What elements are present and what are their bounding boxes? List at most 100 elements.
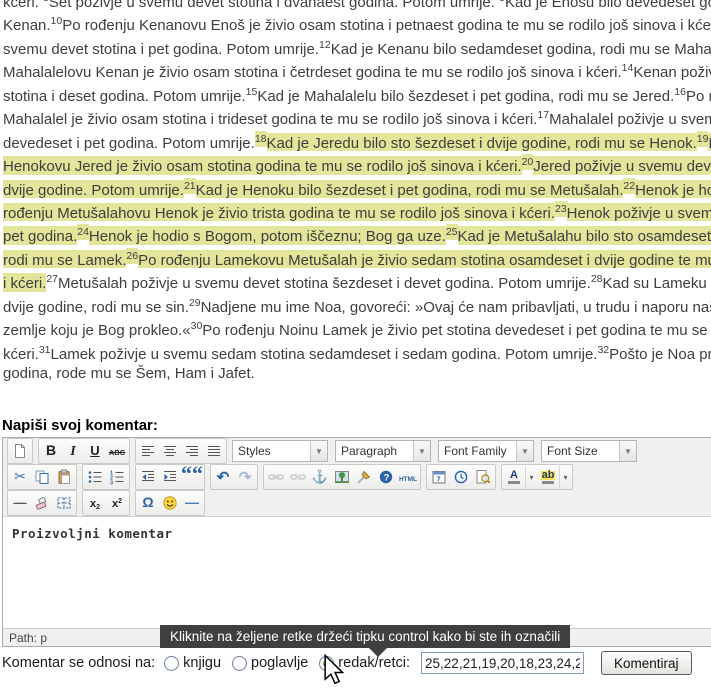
verse-number: 24 [77, 224, 89, 240]
backcolor-arrow-icon[interactable]: ▾ [559, 466, 571, 488]
hr-icon: — [14, 494, 27, 512]
cut-button[interactable]: ✂ [9, 466, 31, 488]
radio-group: knjigu poglavlje redak/retci: [164, 655, 421, 671]
bible-line[interactable]: devedeset i pet godina. Potom umrije.18K… [3, 128, 711, 151]
format-select[interactable]: Paragraph▼ [335, 440, 431, 462]
verse-text: Jered poživje u svemu devet stotina šezd… [533, 156, 711, 174]
radio-icon-poglavlje[interactable] [232, 656, 247, 671]
bible-line[interactable]: svemu devet stotina i pet godina. Potom … [3, 34, 711, 57]
toolbar-row: — x2x2 Ω — [3, 490, 711, 516]
bible-line[interactable]: pet godina.24Henok je hodio s Bogom, pot… [3, 221, 711, 244]
bible-line[interactable]: stotina i deset godina. Potom umrije.15K… [3, 81, 711, 104]
verse-text: devedeset i pet godina. Potom umrije. [3, 135, 255, 151]
cleanup-button[interactable] [353, 466, 375, 488]
verse-text: Po rođenju Noinu Lamek je živio pet stot… [202, 322, 711, 338]
radio-icon-knjigu[interactable] [164, 656, 179, 671]
insertdate-button[interactable]: 7 [428, 466, 450, 488]
blockquote-button[interactable]: ““ [181, 466, 203, 488]
charmap-icon: Ω [142, 494, 153, 512]
editor-content-area[interactable]: Proizvoljni komentar [3, 516, 711, 629]
aligncenter-button[interactable] [159, 440, 181, 462]
help-button[interactable]: ? [375, 466, 397, 488]
comment-heading: Napiši svoj komentar: [2, 417, 158, 434]
sup-button[interactable]: x2 [106, 492, 128, 514]
styles-select[interactable]: Styles▼ [232, 440, 328, 462]
verse-text: dvije godine. Potom umrije. [3, 180, 184, 198]
styles-select-arrow-icon[interactable]: ▼ [310, 441, 327, 461]
forecolor-arrow-icon[interactable]: ▾ [525, 466, 537, 488]
radio-label-redakretci: redak/retci: [338, 655, 410, 671]
newdoc-button[interactable] [9, 440, 31, 462]
sub-button[interactable]: x2 [84, 492, 106, 514]
alignleft-button[interactable] [137, 440, 159, 462]
verse-number: 22 [623, 178, 635, 194]
paste-button[interactable] [53, 466, 75, 488]
fontsize-select-arrow-icon[interactable]: ▼ [619, 441, 636, 461]
bible-line[interactable]: Mahalalelovu Kenan je živio osam stotina… [3, 57, 711, 80]
visualaid-button[interactable] [53, 492, 75, 514]
toolbar-row: BIUABC Styles▼ Paragraph▼ Font Family▼ Font … [3, 438, 711, 464]
outdent-button[interactable] [137, 466, 159, 488]
bible-line[interactable]: Kenan.10Po rođenju Kenanovu Enoš je živi… [3, 10, 711, 33]
verse-number: 26 [126, 248, 138, 264]
advhr-button[interactable]: — [181, 492, 203, 514]
verse-text: stotina i deset godina. Potom umrije. [3, 88, 246, 104]
bible-line[interactable]: zemlje koju je Bog prokleo.«30Po rođenju… [3, 315, 711, 338]
italic-button[interactable]: I [62, 440, 84, 462]
rows-input[interactable] [421, 652, 584, 674]
verse-number: 17 [537, 109, 549, 121]
bible-line[interactable]: godina, rode mu se Šem, Ham i Jafet. [3, 362, 711, 385]
bible-line[interactable]: rođenju Metušalahovu Henok je živio tris… [3, 198, 711, 221]
toolbar-group: 123 [82, 464, 130, 490]
alignright-button[interactable] [181, 440, 203, 462]
emotions-button[interactable] [159, 492, 181, 514]
verse-text: Lamek poživje u svemu sedam stotina seda… [51, 346, 598, 362]
toolbar-group: ✂ [7, 464, 77, 490]
forecolor-button[interactable]: A [503, 466, 525, 488]
radio-option-knjigu[interactable]: knjigu [164, 655, 221, 671]
charmap-button[interactable]: Ω [137, 492, 159, 514]
indent-button[interactable] [159, 466, 181, 488]
undo-button[interactable]: ↶ [212, 466, 234, 488]
strike-button[interactable]: ABC [106, 440, 128, 462]
hr-button[interactable]: — [9, 492, 31, 514]
editor-content-text: Proizvoljni komentar [12, 526, 173, 541]
preview-button[interactable] [472, 466, 494, 488]
numlist-button[interactable]: 123 [106, 466, 128, 488]
bible-line[interactable]: kćeri. 8Šet poživje u svemu devet stotin… [3, 0, 711, 10]
verse-text: Kad je Enošu bilo devedeset godina, rodi… [505, 0, 711, 10]
radio-option-poglavlje[interactable]: poglavlje [232, 655, 308, 671]
image-button[interactable] [331, 466, 353, 488]
bible-line[interactable]: kćeri.31Lamek poživje u svemu sedam stot… [3, 339, 711, 362]
bible-line[interactable]: rodi mu se Lamek.26Po rođenju Lamekovu M… [3, 245, 711, 268]
verse-number: 20 [522, 154, 534, 170]
copy-button[interactable] [31, 466, 53, 488]
alignjustify-button[interactable] [203, 440, 225, 462]
bible-line[interactable]: dvije godine. Potom umrije.21Kad je Heno… [3, 175, 711, 198]
removeformat-button[interactable] [31, 492, 53, 514]
toolbar-group [7, 438, 33, 464]
format-select-arrow-icon[interactable]: ▼ [413, 441, 430, 461]
backcolor-button[interactable]: ab [537, 466, 559, 488]
fontfamily-select[interactable]: Font Family▼ [438, 440, 534, 462]
bible-line[interactable]: Mahalalel je živio osam stotina i trides… [3, 104, 711, 127]
inserttime-button[interactable] [450, 466, 472, 488]
bold-button[interactable]: B [40, 440, 62, 462]
anchor-button[interactable]: ⚓ [309, 466, 331, 488]
bullist-icon [87, 469, 103, 485]
copy-icon [34, 469, 50, 485]
bible-line[interactable]: Henokovu Jered je živio osam stotina god… [3, 151, 711, 174]
fontfamily-select-arrow-icon[interactable]: ▼ [516, 441, 533, 461]
code-button[interactable]: HTML [397, 466, 419, 488]
toolbar-group: BIUABC [38, 438, 130, 464]
editor-path[interactable]: Path: p [9, 631, 47, 645]
bible-line[interactable]: dvije godine, rodi mu se sin.29Nadjene m… [3, 292, 711, 315]
aligncenter-icon [162, 443, 178, 459]
bullist-button[interactable] [84, 466, 106, 488]
redo-icon: ↷ [239, 468, 252, 487]
fontsize-select[interactable]: Font Size▼ [541, 440, 637, 462]
bible-line[interactable]: i kćeri.27Metušalah poživje u svemu deve… [3, 268, 711, 291]
submit-comment-button[interactable]: Komentiraj [601, 651, 692, 675]
underline-button[interactable]: U [84, 440, 106, 462]
anchor-icon: ⚓ [312, 468, 328, 486]
